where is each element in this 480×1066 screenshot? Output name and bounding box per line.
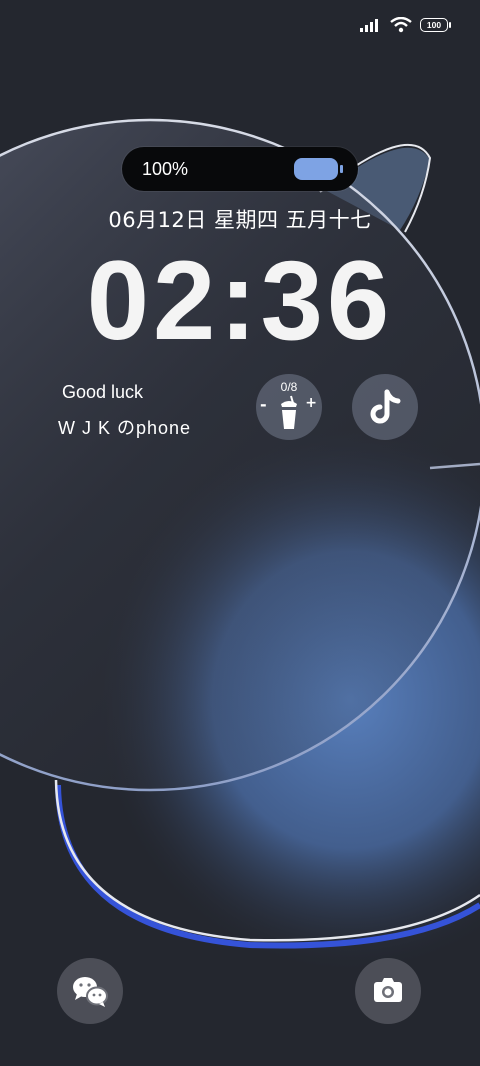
status-battery: 100 <box>420 18 451 32</box>
water-increment-button[interactable]: + <box>305 395 317 411</box>
wechat-icon <box>73 977 108 1007</box>
camera-icon <box>374 978 402 1002</box>
lockscreen-date: 06月12日 星期四 五月十七 <box>108 208 372 232</box>
battery-level-icon <box>294 158 343 180</box>
water-decrement-button[interactable]: - <box>260 395 267 414</box>
status-bar: 100 <box>360 14 451 36</box>
wechat-shortcut-button[interactable] <box>57 958 123 1024</box>
water-cup-icon <box>281 395 297 429</box>
battery-percent: 100% <box>142 158 189 179</box>
camera-shortcut-button[interactable] <box>355 958 421 1024</box>
tiktok-icon <box>370 389 401 424</box>
wifi-icon <box>390 17 412 33</box>
device-name: W J K のphone <box>58 418 192 438</box>
lockscreen-clock: 02:36 <box>86 238 394 363</box>
tiktok-shortcut-button[interactable] <box>352 374 418 440</box>
signal-bars-icon <box>360 19 378 32</box>
battery-capsule: 100% <box>122 147 358 191</box>
water-tracker-widget[interactable]: 0/8 - + <box>256 374 322 440</box>
greeting-text: Good luck <box>62 382 144 402</box>
water-count: 0/8 <box>280 380 298 394</box>
